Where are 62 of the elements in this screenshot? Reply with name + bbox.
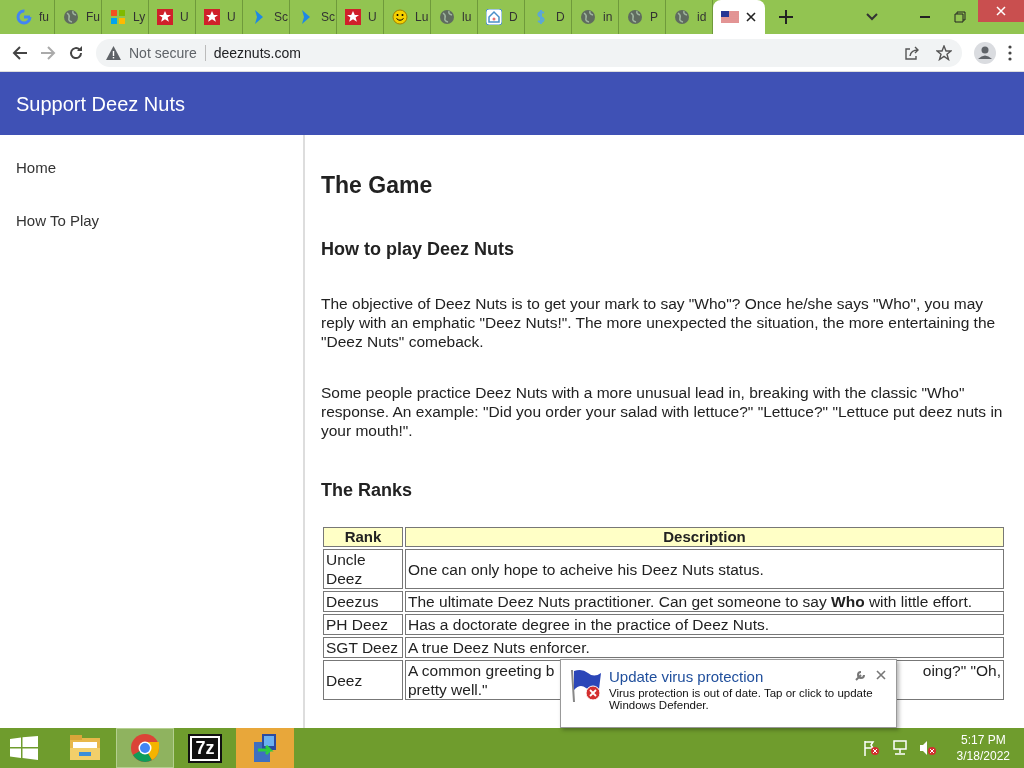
table-cell: Has a doctorate degree in the practice of Deez Nuts. <box>405 614 1004 635</box>
nav-link[interactable]: Home <box>0 159 303 212</box>
chrome-icon <box>130 733 160 763</box>
globe-icon <box>627 9 643 25</box>
back-icon[interactable] <box>12 44 28 61</box>
warning-icon <box>106 45 121 60</box>
house-icon <box>486 9 502 25</box>
section-heading: The Ranks <box>321 480 414 501</box>
menu-icon[interactable] <box>1008 44 1012 61</box>
reload-icon[interactable] <box>68 44 84 61</box>
globe-icon <box>674 9 690 25</box>
table-cell: Uncle Deez <box>323 549 403 589</box>
flag-error-icon[interactable] <box>862 740 881 756</box>
section-heading: How to play Deez Nuts <box>321 239 516 260</box>
notification-title[interactable]: Update virus protection <box>609 668 888 685</box>
column-header: Rank <box>323 527 403 547</box>
site-title: Support Deez Nuts <box>16 93 185 115</box>
taskbar-app[interactable] <box>116 728 174 768</box>
paragraph: Some people practice Deez Nuts with a more unusual lead in, breaking with the classic "Who" response. An example: "Did you order your salad with lettuce?" "Lettuce?" "Lettuce put deez nuts in your mouth!". <box>321 383 1004 440</box>
nav-link[interactable]: How To Play <box>0 212 303 265</box>
page-title: The Game <box>321 172 434 199</box>
archiver-icon: 7z <box>190 735 220 761</box>
table-cell: The ultimate Deez Nuts practitioner. Can get someone to say Who with little effort. <box>405 591 1004 612</box>
taskbar-app[interactable] <box>236 728 294 768</box>
flag-icon <box>721 11 739 23</box>
squares-icon <box>110 9 126 25</box>
table-cell: Deezus <box>323 591 403 612</box>
globe-icon <box>63 9 79 25</box>
url-text: deeznuts.com <box>213 44 301 61</box>
globe-icon <box>439 9 455 25</box>
star-icon <box>157 9 173 25</box>
smiley-icon <box>392 9 408 25</box>
globe-icon <box>580 9 596 25</box>
close-icon <box>996 6 1006 16</box>
restore-icon[interactable] <box>954 11 966 23</box>
star-icon[interactable] <box>936 44 952 61</box>
share-icon[interactable] <box>904 44 920 61</box>
chevron-down-icon[interactable] <box>866 13 878 21</box>
table-cell: Deez <box>323 660 403 700</box>
table-cell: PH Deez <box>323 614 403 635</box>
address-bar[interactable]: Not secure deeznuts.com <box>96 38 962 67</box>
new-tab-icon[interactable] <box>779 10 793 24</box>
table-cell: SGT Deez <box>323 637 403 658</box>
network-icon[interactable] <box>890 740 909 756</box>
table-cell: One can only hope to acheive his Deez Nuts status. <box>405 549 1004 589</box>
security-label: Not secure <box>129 44 206 61</box>
table-cell: A true Deez Nuts enforcer. <box>405 637 1004 658</box>
windows-logo-icon[interactable] <box>10 736 38 760</box>
folder-icon <box>69 734 101 762</box>
star-icon <box>345 9 361 25</box>
flag-error-icon <box>569 668 603 702</box>
taskbar-app[interactable]: 7z <box>176 728 234 768</box>
speaker-muted-icon[interactable] <box>918 740 937 756</box>
clock[interactable]: 5:17 PM 3/18/2022 <box>946 732 1024 764</box>
google-icon <box>16 9 32 25</box>
star-icon <box>204 9 220 25</box>
profile-icon[interactable] <box>974 41 996 64</box>
close-icon[interactable] <box>746 12 756 22</box>
column-header: Description <box>405 527 1004 547</box>
paragraph: The objective of Deez Nuts is to get your mark to say "Who"? Once he/she says "Who", you may reply with an emphatic "Deez Nuts!". The more unexpected the situation, the more entertaining the "Deez Nuts" comeback. <box>321 294 997 351</box>
browser-tab[interactable] <box>713 0 765 34</box>
wrench-icon[interactable] <box>854 670 866 682</box>
